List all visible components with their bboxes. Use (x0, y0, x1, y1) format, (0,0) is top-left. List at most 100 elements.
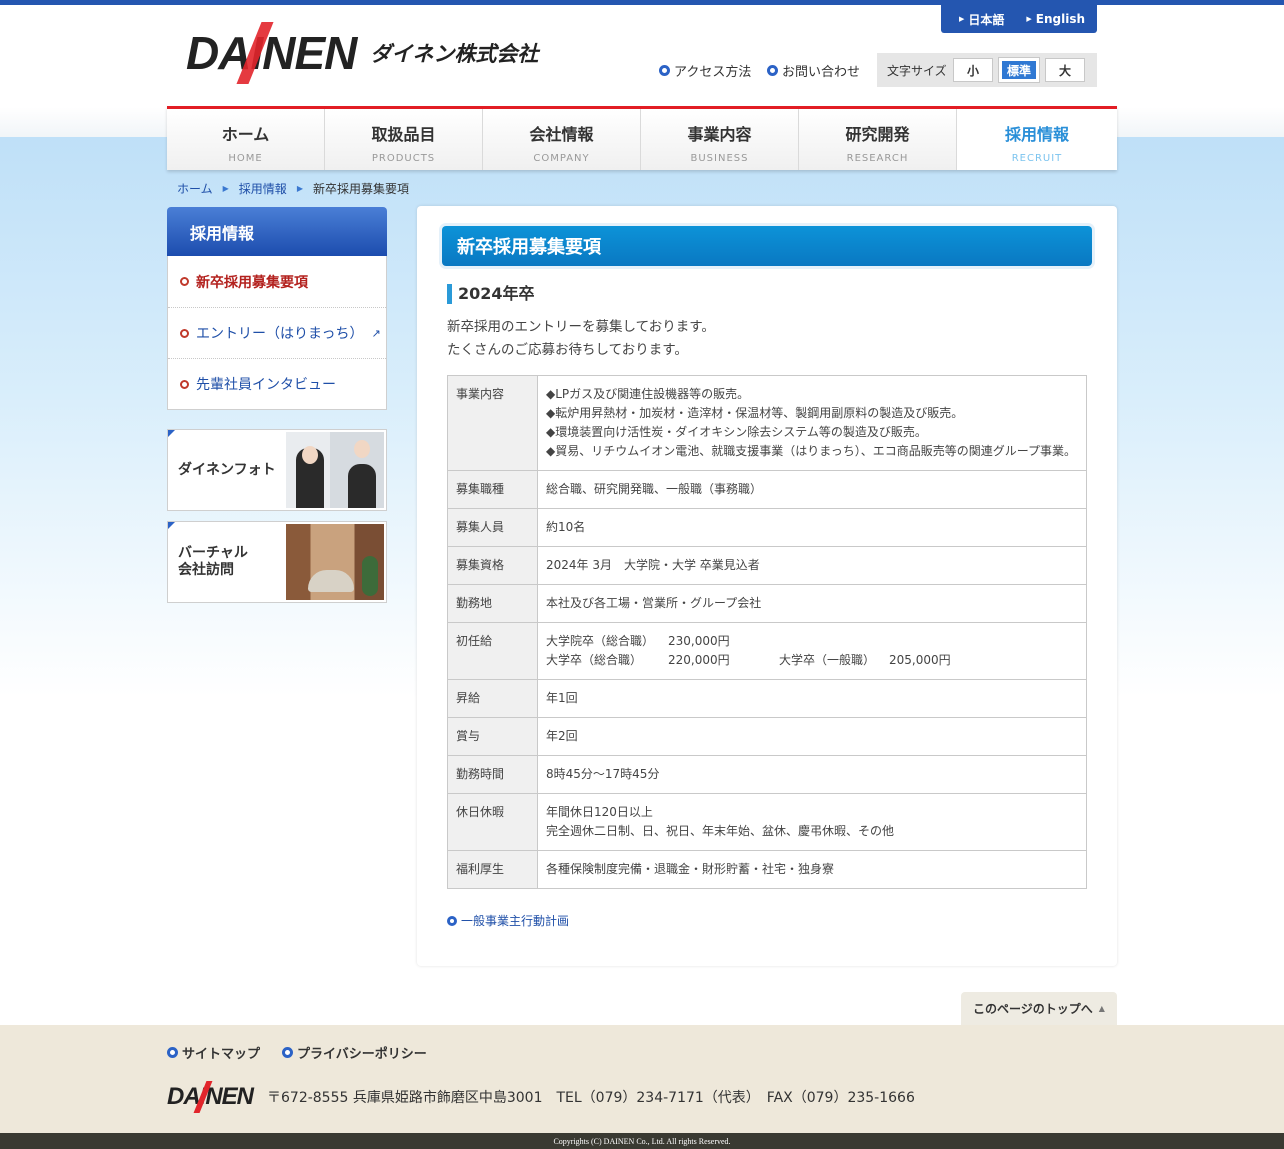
ring-bullet-icon (447, 915, 457, 926)
sidebar-item-label: エントリー（はりまっち） (196, 326, 364, 342)
circle-bullet-icon (180, 328, 189, 338)
lang-english-label: English (1035, 12, 1086, 26)
breadcrumb-current: 新卒採用募集要項 (312, 182, 409, 196)
holiday-line-1: 年間休日120日以上 (546, 805, 653, 819)
nav-products-sublabel: PRODUCTS (371, 153, 436, 164)
contact-link[interactable]: お問い合わせ (767, 61, 860, 80)
sidebar-item-new-grad[interactable]: 新卒採用募集要項 (168, 256, 386, 307)
row-label: 福利厚生 (447, 850, 538, 889)
salary-amount: 230,000円 (668, 634, 730, 648)
corner-triangle-icon (168, 430, 175, 437)
row-label: 昇給 (447, 679, 538, 718)
footer-address: 〒672-8555 兵庫県姫路市飾磨区中島3001 TEL（079）234-71… (267, 1090, 915, 1106)
access-link[interactable]: アクセス方法 (659, 61, 751, 80)
person-head (354, 440, 370, 458)
language-switcher: ▶ 日本語 ▶ English (941, 5, 1097, 33)
nav-business[interactable]: 事業内容 BUSINESS (641, 109, 799, 170)
nav-research-label: 研究開発 (845, 125, 910, 144)
salary-line-1: 大学院卒（総合職） 230,000円 (546, 632, 1078, 651)
sitemap-link[interactable]: サイトマップ (167, 1043, 260, 1062)
row-label: 事業内容 (447, 375, 538, 471)
sidebar: 採用情報 新卒採用募集要項 エントリー（はりまっち） ↗ 先輩社員インタビュー (167, 207, 387, 410)
row-value: 8時45分～17時45分 (537, 755, 1087, 794)
nav-recruit-sublabel: RECRUIT (1011, 153, 1063, 164)
row-value: 本社及び各工場・営業所・グループ会社 (537, 584, 1087, 623)
lang-japanese-link[interactable]: ▶ 日本語 (959, 11, 1004, 28)
ring-bullet-icon (767, 65, 778, 76)
banner-virtual-visit-line2: 会社訪問 (178, 562, 234, 578)
banner-dainen-photo[interactable]: ダイネンフォト (167, 429, 387, 511)
privacy-label: プライバシーポリシー (297, 1047, 427, 1062)
row-label: 募集人員 (447, 508, 538, 547)
table-row: 募集人員 約10名 (447, 508, 1087, 547)
caret-up-icon: ▲ (1098, 1004, 1105, 1013)
page-top-button[interactable]: このページのトップへ ▲ (961, 992, 1117, 1025)
sidebar-item-interview[interactable]: 先輩社員インタビュー (168, 358, 386, 409)
table-row: 勤務時間 8時45分～17時45分 (447, 755, 1087, 794)
site-logo[interactable]: DAINEN ダイネン株式会社 (186, 22, 539, 84)
external-link-icon: ↗ (371, 326, 381, 340)
access-label: アクセス方法 (674, 65, 752, 80)
row-value: ◆LPガス及び関連住設機器等の販売。 ◆転炉用昇熱材・加炭材・造滓材・保温材等、… (537, 375, 1087, 471)
row-value: 年間休日120日以上 完全週休二日制、日、祝日、年末年始、盆休、慶弔休暇、その他 (537, 793, 1087, 851)
person-figure (348, 464, 376, 508)
breadcrumb-home-link[interactable]: ホーム (177, 180, 213, 197)
action-plan-link[interactable]: 一般事業主行動計画 (447, 912, 569, 929)
ring-bullet-icon (167, 1047, 178, 1058)
row-label: 初任給 (447, 622, 538, 680)
nav-home[interactable]: ホーム HOME (167, 109, 325, 170)
row-label: 募集職種 (447, 470, 538, 509)
business-line: ◆転炉用昇熱材・加炭材・造滓材・保温材等、製鋼用副原料の製造及び販売。 (546, 406, 964, 420)
sidebar-item-entry[interactable]: エントリー（はりまっち） ↗ (168, 307, 386, 358)
sidebar-title: 採用情報 (167, 207, 387, 256)
breadcrumb-recruit-link[interactable]: 採用情報 (239, 180, 287, 197)
lang-japanese-label: 日本語 (968, 12, 1005, 27)
nav-recruit[interactable]: 採用情報 RECRUIT (957, 109, 1117, 170)
nav-research[interactable]: 研究開発 RESEARCH (799, 109, 957, 170)
table-row: 昇給 年1回 (447, 679, 1087, 718)
triangle-right-icon: ▶ (959, 15, 965, 23)
ring-bullet-icon (659, 65, 670, 76)
nav-products[interactable]: 取扱品目 PRODUCTS (325, 109, 483, 170)
nav-business-label: 事業内容 (687, 125, 752, 144)
nav-business-sublabel: BUSINESS (690, 153, 749, 164)
sidebar-item-label: 新卒採用募集要項 (196, 274, 308, 291)
breadcrumb: ホーム ▶ 採用情報 ▶ 新卒採用募集要項 (177, 180, 409, 197)
logo-company-name: ダイネン株式会社 (370, 42, 539, 66)
office-photo (286, 524, 384, 600)
row-value: 大学院卒（総合職） 230,000円 大学卒（総合職） 220,000円 大学卒（一般… (537, 622, 1087, 680)
nav-company[interactable]: 会社情報 COMPANY (483, 109, 641, 170)
salary-line-2: 大学卒（総合職） 220,000円 大学卒（一般職） 205,000円 (546, 651, 1078, 670)
holiday-line-2: 完全週休二日制、日、祝日、年末年始、盆休、慶弔休暇、その他 (546, 824, 895, 838)
font-size-large-button[interactable]: 大 (1045, 58, 1085, 82)
lang-english-link[interactable]: ▶ English (1026, 12, 1085, 26)
row-label: 休日休暇 (447, 793, 538, 851)
lead-text: 新卒採用のエントリーを募集しております。 たくさんのご応募お待ちしております。 (447, 316, 715, 362)
table-row: 賞与 年2回 (447, 717, 1087, 756)
recruit-table: 事業内容 ◆LPガス及び関連住設機器等の販売。 ◆転炉用昇熱材・加炭材・造滓材・… (447, 375, 1087, 889)
font-size-small-button[interactable]: 小 (953, 58, 993, 82)
banner-virtual-visit[interactable]: バーチャル 会社訪問 (167, 521, 387, 603)
footer-links: サイトマップ プライバシーポリシー (167, 1043, 449, 1062)
row-value: 総合職、研究開発職、一般職（事務職） (537, 470, 1087, 509)
row-value: 各種保険制度完備・退職金・財形貯蓄・社宅・独身寮 (537, 850, 1087, 889)
lead-line-1: 新卒採用のエントリーを募集しております。 (447, 319, 715, 335)
row-value: 年1回 (537, 679, 1087, 718)
font-size-normal-button[interactable]: 標準 (998, 57, 1040, 83)
nav-company-sublabel: COMPANY (533, 153, 590, 164)
salary-type: 大学院卒（総合職） (546, 634, 655, 648)
font-size-switcher: 文字サイズ 小 標準 大 (877, 53, 1097, 87)
circle-bullet-icon (180, 379, 189, 389)
plant (362, 556, 378, 596)
lead-line-2: たくさんのご応募お待ちしております。 (447, 342, 688, 358)
table-row: 募集資格 2024年 3月 大学院・大学 卒業見込者 (447, 546, 1087, 585)
sitemap-label: サイトマップ (182, 1047, 261, 1062)
footer: サイトマップ プライバシーポリシー DAINEN 〒672-8555 兵庫県姫路… (0, 1025, 1284, 1133)
copyright: Copyrights (C) DAINEN Co., Ltd. All righ… (0, 1133, 1284, 1149)
banner-virtual-visit-line1: バーチャル (178, 545, 248, 561)
staff-photo (286, 432, 384, 508)
privacy-link[interactable]: プライバシーポリシー (282, 1043, 427, 1062)
sidebar-list: 新卒採用募集要項 エントリー（はりまっち） ↗ 先輩社員インタビュー (167, 256, 387, 410)
global-nav: ホーム HOME 取扱品目 PRODUCTS 会社情報 COMPANY 事業内容 BUS… (167, 106, 1117, 170)
reception-desk (308, 570, 354, 592)
